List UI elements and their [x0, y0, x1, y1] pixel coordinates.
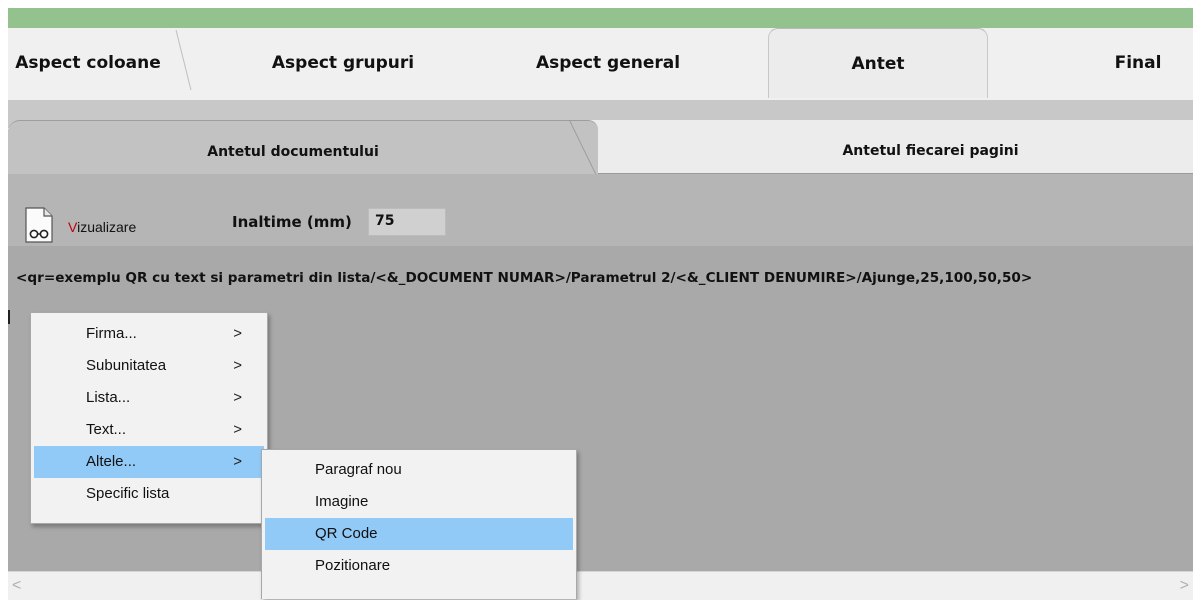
menu-item-label: Lista... — [86, 389, 131, 406]
main-tab-strip: Aspect coloane Aspect grupuri Aspect gen… — [8, 28, 1193, 100]
vizualizare-label: izualizare — [77, 219, 137, 235]
menu-item-firma[interactable]: Firma... > — [34, 318, 264, 350]
altele-submenu: Paragraf nou Imagine QR Code Pozitionare — [261, 449, 577, 599]
menu-item-altele[interactable]: Altele... > — [34, 446, 264, 478]
sub-tab-strip: Antetul fiecarei pagini Antetul document… — [8, 120, 1193, 174]
horizontal-scrollbar[interactable]: < > — [8, 571, 1193, 600]
scroll-right-icon[interactable]: > — [1180, 577, 1189, 595]
menu-item-label: Pozitionare — [315, 557, 391, 574]
chevron-right-icon: > — [233, 357, 242, 374]
tab-antetul-documentului[interactable]: Antetul documentului — [8, 120, 598, 174]
vizualizare-button[interactable]: Vizualizare — [68, 219, 136, 235]
chevron-right-icon: > — [233, 325, 242, 342]
chevron-right-icon: > — [233, 421, 242, 438]
preview-document-icon[interactable] — [24, 207, 54, 243]
menu-item-label: Subunitatea — [86, 357, 167, 374]
menu-item-label: Specific lista — [86, 485, 170, 502]
tab-aspect-general[interactable]: Aspect general — [513, 28, 703, 98]
context-menu: Firma... > Subunitatea > Lista... > Text… — [30, 312, 268, 524]
chevron-right-icon: > — [233, 389, 242, 406]
menu-item-qr-code[interactable]: QR Code — [265, 518, 573, 550]
report-designer-window: Aspect coloane Aspect grupuri Aspect gen… — [0, 0, 1201, 600]
tab-antet[interactable]: Antet — [768, 28, 988, 98]
tab-antetul-documentului-label: Antetul documentului — [207, 144, 379, 160]
title-bar-strip — [8, 8, 1193, 28]
menu-item-label: Firma... — [86, 325, 137, 342]
tab-aspect-coloane[interactable]: Aspect coloane — [0, 28, 178, 98]
tab-antetul-fiecarei-pagini-label: Antetul fiecarei pagini — [842, 143, 1019, 159]
menu-item-text[interactable]: Text... > — [34, 414, 264, 446]
menu-item-pozitionare[interactable]: Pozitionare — [265, 550, 573, 582]
menu-item-imagine[interactable]: Imagine — [265, 486, 573, 518]
menu-item-lista[interactable]: Lista... > — [34, 382, 264, 414]
menu-item-label: Imagine — [315, 493, 369, 510]
menu-item-specific-lista[interactable]: Specific lista — [34, 478, 264, 510]
vizualizare-accel-letter: V — [68, 219, 78, 235]
menu-item-label: Paragraf nou — [315, 461, 402, 478]
inaltime-input[interactable]: 75 — [368, 208, 446, 236]
tab-antetul-fiecarei-pagini[interactable]: Antetul fiecarei pagini — [588, 120, 1193, 174]
menu-item-subunitatea[interactable]: Subunitatea > — [34, 350, 264, 382]
menu-item-label: Altele... — [86, 453, 137, 470]
chevron-right-icon: > — [233, 453, 242, 470]
menu-item-paragraf-nou[interactable]: Paragraf nou — [265, 454, 573, 486]
text-caret — [8, 310, 10, 324]
tab-aspect-grupuri[interactable]: Aspect grupuri — [248, 28, 438, 98]
scroll-left-icon[interactable]: < — [12, 577, 21, 595]
panel-toolbar — [8, 174, 1193, 246]
menu-item-label: QR Code — [315, 525, 378, 542]
header-editor-text[interactable]: <qr=exemplu QR cu text si parametri din … — [16, 270, 1032, 286]
inaltime-label: Inaltime (mm) — [232, 213, 352, 231]
tab-final[interactable]: Final — [1083, 28, 1193, 98]
menu-item-label: Text... — [86, 421, 127, 438]
